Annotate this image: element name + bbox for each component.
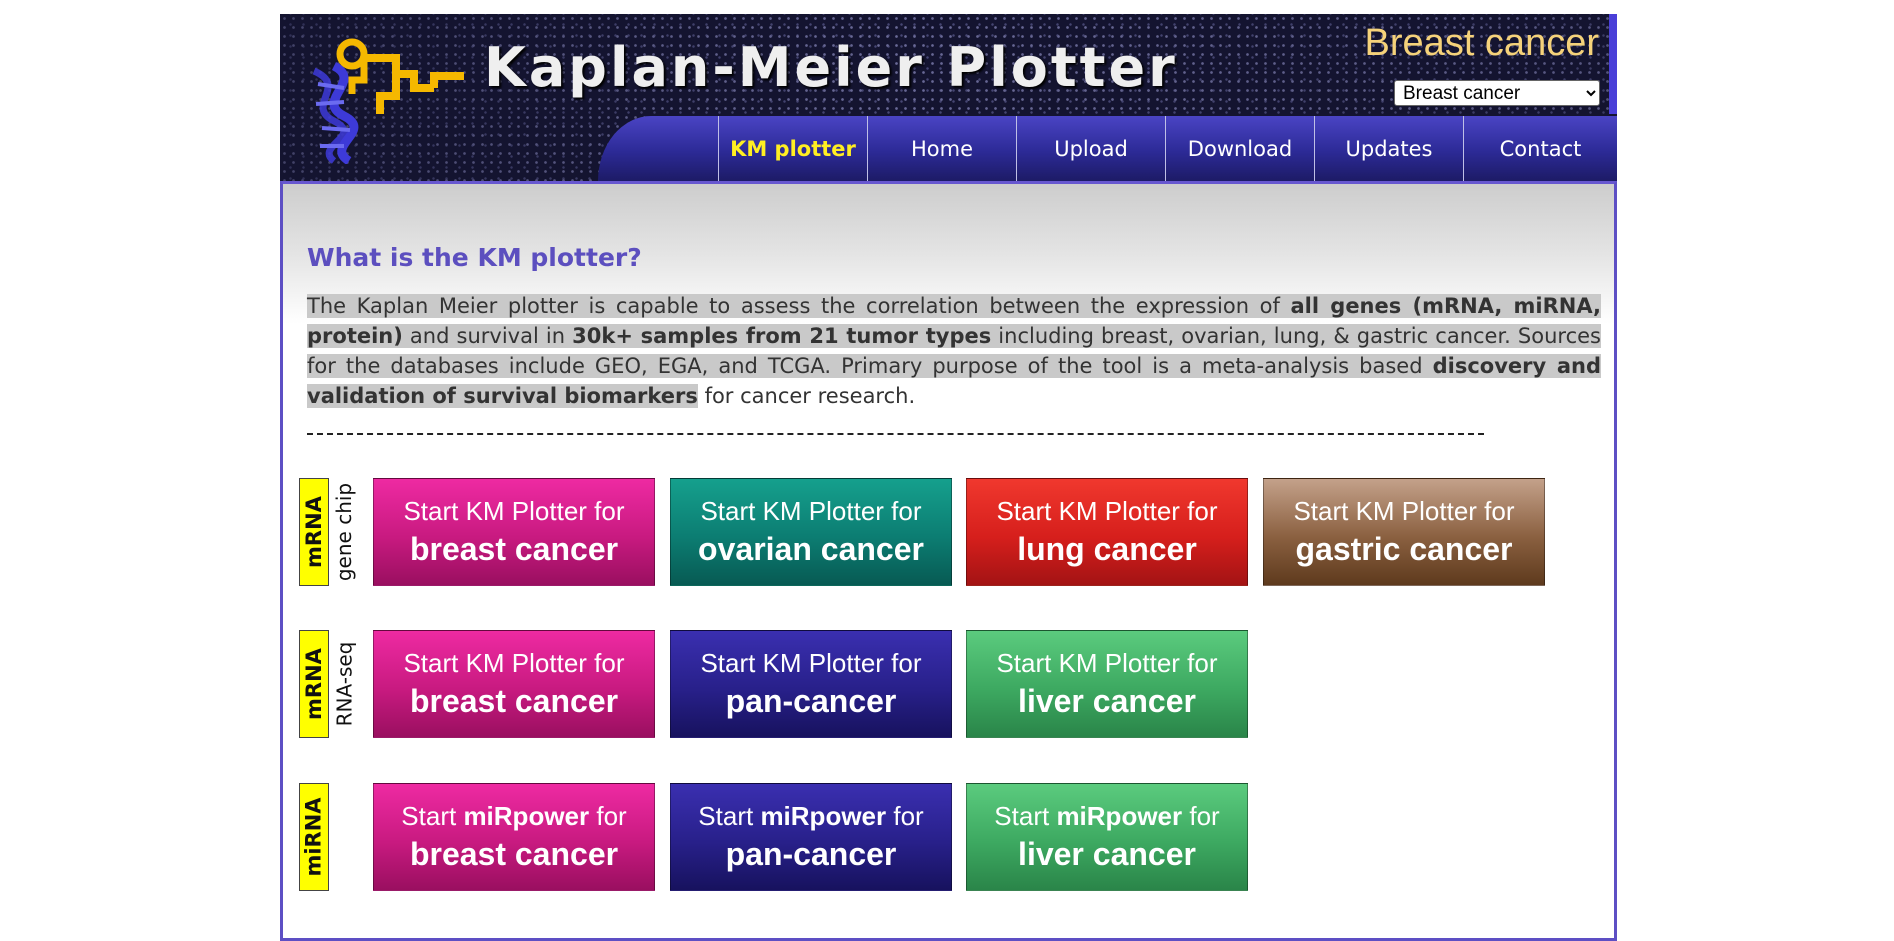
button-line2: liver cancer — [1018, 683, 1196, 719]
main-content: What is the KM plotter? The Kaplan Meier… — [280, 181, 1617, 941]
intro-highlight: The Kaplan Meier plotter is capable to a… — [307, 294, 1602, 408]
start-km-gastric-cancer-button[interactable]: Start KM Plotter for gastric cancer — [1263, 478, 1545, 586]
row-sublabel-text: gene chip — [332, 482, 357, 582]
start-km-breast-cancer-rna-seq-button[interactable]: Start KM Plotter for breast cancer — [373, 630, 655, 738]
button-line1-pre: Start — [994, 801, 1057, 831]
nav-item-updates[interactable]: Updates — [1314, 116, 1463, 181]
button-line1: Start KM Plotter for — [996, 496, 1218, 526]
row-label-mrna: mRNA — [299, 630, 329, 738]
row-label-text: mRNA — [302, 496, 327, 568]
start-km-ovarian-cancer-button[interactable]: Start KM Plotter for ovarian cancer — [670, 478, 952, 586]
start-km-pan-cancer-button[interactable]: Start KM Plotter for pan-cancer — [670, 630, 952, 738]
button-line1: Start KM Plotter for — [700, 648, 922, 678]
site-header: Kaplan-Meier Plotter Breast cancer Breas… — [280, 14, 1617, 181]
start-km-lung-cancer-button[interactable]: Start KM Plotter for lung cancer — [966, 478, 1248, 586]
intro-paragraph: The Kaplan Meier plotter is capable to a… — [307, 291, 1602, 411]
button-line2: pan-cancer — [725, 836, 897, 872]
nav-item-home[interactable]: Home — [867, 116, 1016, 181]
intro-text: for cancer research. — [697, 384, 916, 408]
button-line1: Start KM Plotter for — [1293, 496, 1515, 526]
row-sublabel-gene-chip: gene chip — [330, 478, 358, 586]
button-line1: Start KM Plotter for — [403, 648, 625, 678]
button-line1: Start KM Plotter for — [996, 648, 1218, 678]
intro-bold-text: 30k+ samples from 21 tumor types — [572, 324, 992, 348]
button-line1: Start miRpower for — [698, 799, 923, 833]
intro-text: and survival in — [402, 324, 573, 348]
button-line1-pre: Start — [698, 801, 761, 831]
button-line1: Start miRpower for — [401, 799, 626, 833]
button-line1-post: for — [886, 801, 924, 831]
button-line2: breast cancer — [409, 531, 619, 567]
dashed-divider — [307, 433, 1484, 437]
start-km-liver-cancer-button[interactable]: Start KM Plotter for liver cancer — [966, 630, 1248, 738]
button-line1: Start miRpower for — [994, 799, 1219, 833]
start-mirpower-liver-cancer-button[interactable]: Start miRpower for liver cancer — [966, 783, 1248, 891]
button-line1-bold: miRpower — [760, 801, 887, 831]
start-km-breast-cancer-gene-chip-button[interactable]: Start KM Plotter for breast cancer — [373, 478, 655, 586]
intro-text: The Kaplan Meier plotter is capable to a… — [307, 294, 1291, 318]
button-line2: liver cancer — [1018, 836, 1196, 872]
button-line2: breast cancer — [409, 683, 619, 719]
dna-key-logo-icon[interactable] — [304, 36, 474, 164]
row-label-text: miRNA — [302, 797, 327, 877]
nav-item-km-plotter[interactable]: KM plotter — [718, 116, 867, 181]
cancer-type-select[interactable]: Breast cancer — [1394, 80, 1600, 106]
button-line1-pre: Start — [401, 801, 464, 831]
row-label-mrna: mRNA — [299, 478, 329, 586]
button-line1-bold: miRpower — [463, 801, 590, 831]
page-heading: What is the KM plotter? — [307, 243, 642, 272]
button-line2: lung cancer — [1017, 531, 1197, 567]
button-line1: Start KM Plotter for — [403, 496, 625, 526]
nav-item-contact[interactable]: Contact — [1463, 116, 1617, 181]
button-line2: pan-cancer — [725, 683, 897, 719]
start-mirpower-pan-cancer-button[interactable]: Start miRpower for pan-cancer — [670, 783, 952, 891]
start-mirpower-breast-cancer-button[interactable]: Start miRpower for breast cancer — [373, 783, 655, 891]
row-label-mirna: miRNA — [299, 783, 329, 891]
row-sublabel-rna-seq: RNA-seq — [330, 630, 358, 738]
nav-item-upload[interactable]: Upload — [1016, 116, 1165, 181]
selected-cancer-title: Breast cancer — [1364, 22, 1599, 64]
button-line2: ovarian cancer — [698, 531, 924, 567]
button-line2: breast cancer — [409, 836, 619, 872]
button-line1-post: for — [589, 801, 627, 831]
button-line2: gastric cancer — [1295, 531, 1513, 567]
page-frame: Kaplan-Meier Plotter Breast cancer Breas… — [280, 14, 1617, 941]
nav-item-download[interactable]: Download — [1165, 116, 1314, 181]
header-accent-bar — [1609, 14, 1617, 114]
row-sublabel-text: RNA-seq — [332, 641, 356, 727]
site-title: Kaplan-Meier Plotter — [484, 36, 1178, 99]
row-label-text: mRNA — [302, 648, 327, 720]
button-line1-bold: miRpower — [1056, 801, 1183, 831]
button-line1: Start KM Plotter for — [700, 496, 922, 526]
button-line1-post: for — [1182, 801, 1220, 831]
